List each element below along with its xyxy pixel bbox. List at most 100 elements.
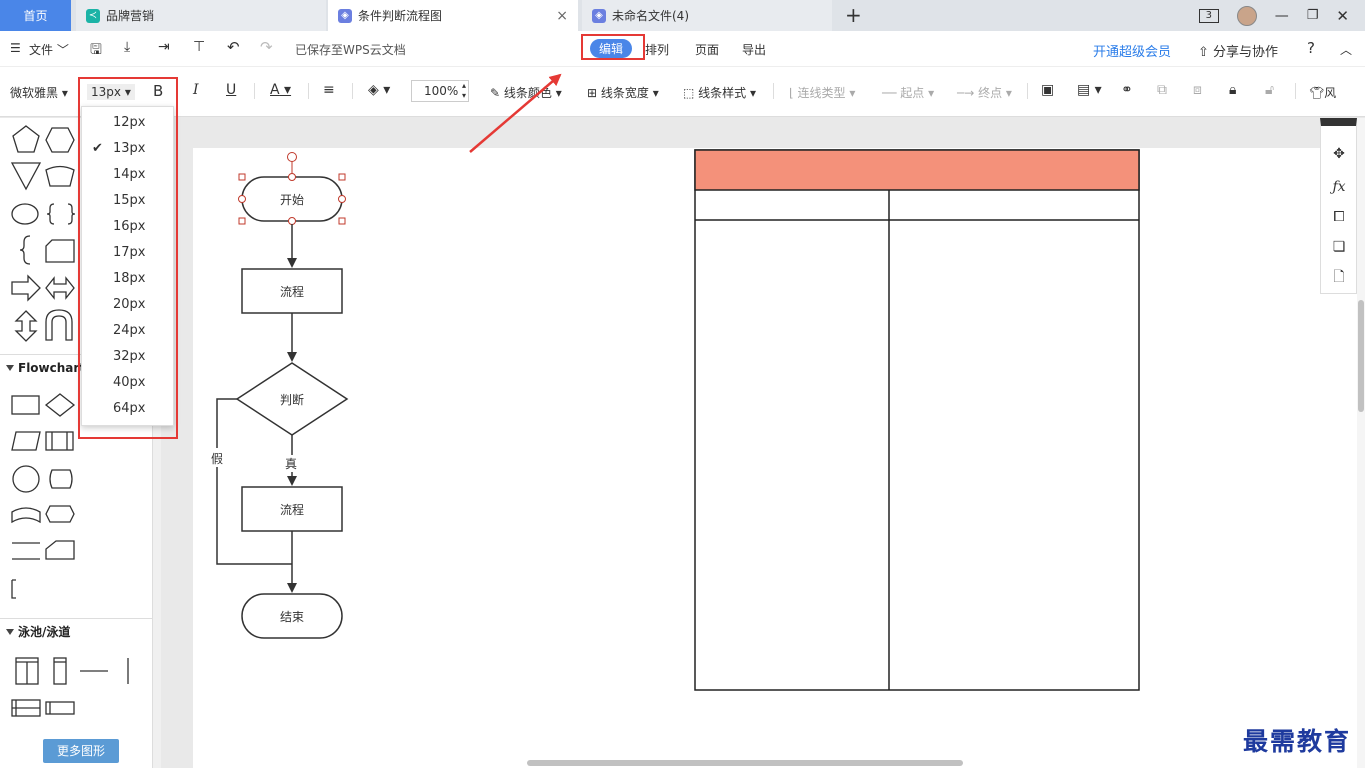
window-controls: 3 — ❐ ✕ [1198, 0, 1365, 31]
window-count-badge[interactable]: 3 [1198, 8, 1219, 23]
pool-section-header[interactable]: 泳池/泳道 [0, 618, 153, 644]
zoom-value: 100% [424, 84, 459, 98]
highlight-box-edit [581, 34, 645, 60]
redo-icon[interactable]: ↷ [260, 38, 273, 56]
close-window-icon[interactable]: ✕ [1336, 7, 1349, 25]
group-icon[interactable]: ⧉ [1157, 82, 1167, 98]
share-label: 分享与协作 [1213, 45, 1279, 60]
font-color-label: A [270, 82, 280, 98]
start-point-button[interactable]: ── 起点 ▾ [882, 84, 934, 101]
flow-decision-label: 判断 [279, 393, 304, 407]
format-painter-icon[interactable]: ⊤ [193, 39, 205, 55]
flowchart-icon: ◈ [592, 8, 606, 23]
fill-color-button[interactable]: ◈ ▾ [368, 82, 390, 98]
font-color-button[interactable]: A ▾ [270, 82, 291, 98]
navigate-icon[interactable]: ✥ [1330, 145, 1348, 163]
flowchart-section-label: Flowchart [18, 361, 86, 375]
more-shapes-button[interactable]: 更多图形 [43, 739, 119, 763]
style-button[interactable]: 👕︎风 [1309, 84, 1336, 101]
help-icon[interactable]: ? [1307, 39, 1315, 57]
save-icon[interactable]: 🖫 [90, 39, 102, 63]
download-icon[interactable]: ⤓ [124, 39, 130, 55]
zoom-input[interactable]: 100% ▴ ▾ [411, 80, 469, 102]
dashed-box-icon: ⬚ [683, 86, 695, 100]
restore-icon[interactable]: ❐ [1307, 8, 1319, 23]
format-toolbar: 微软雅黑 ▾ 13px ▾ B I U A ▾ ≡ ◈ ▾ 100% ▴ ▾ ✎ … [0, 67, 1365, 117]
tab-bar: 首页 ≺ 品牌营销 ◈ 条件判断流程图 × ◈ 未命名文件(4) + 3 — ❐… [0, 0, 1365, 31]
pen-icon: ✎ [490, 86, 501, 100]
flow-process-label-2: 流程 [279, 503, 304, 517]
vertical-scroll-thumb[interactable] [1358, 300, 1364, 412]
underline-button[interactable]: U [226, 82, 236, 98]
flow-end-label: 结束 [279, 610, 304, 624]
collapse-icon[interactable]: ︿ [1340, 41, 1352, 58]
start-point-label: 起点 [900, 86, 925, 100]
page-menu[interactable]: 页面 [695, 41, 719, 58]
saved-status: 已保存至WPS云文档 [295, 43, 406, 57]
mindmap-icon: ≺ [86, 8, 100, 23]
line-width-label: 线条宽度 [600, 86, 649, 100]
lock-icon[interactable]: 🔒︎ [1229, 82, 1236, 98]
align-icon[interactable]: ≡ [323, 82, 335, 98]
undo-icon[interactable]: ↶ [227, 38, 240, 56]
text-box-icon[interactable]: ▤ ▾ [1077, 82, 1102, 98]
link-icon[interactable]: ⚭ [1121, 82, 1133, 98]
line-style-label: 线条样式 [698, 86, 747, 100]
export-file-icon[interactable]: ⇥ [158, 39, 170, 55]
new-tab-icon[interactable]: + [845, 3, 862, 27]
highlight-box-font-size [78, 77, 178, 439]
image-icon[interactable]: ▣ [1041, 82, 1054, 98]
unlock-icon[interactable]: 🔓︎ [1265, 82, 1274, 98]
shirt-icon: 👕︎ [1309, 86, 1325, 100]
end-point-button[interactable]: ─→ 终点 ▾ [957, 84, 1012, 101]
crop-icon[interactable]: ⧠ [1330, 208, 1348, 226]
zoom-stepper-icon[interactable]: ▴ ▾ [462, 81, 466, 101]
flow-process-label-1: 流程 [279, 285, 304, 299]
watermark-text: 最需教育 [1243, 727, 1352, 756]
diagram-page[interactable] [193, 148, 1358, 768]
tab-brand-label: 品牌营销 [106, 9, 155, 23]
tab-home-label: 首页 [23, 9, 48, 23]
vip-link[interactable]: 开通超级会员 [1093, 41, 1171, 60]
tab-unnamed-file[interactable]: ◈ 未命名文件(4) [582, 0, 832, 31]
horizontal-scroll-thumb[interactable] [527, 760, 963, 766]
flow-start-label: 开始 [279, 193, 304, 207]
tab-brand[interactable]: ≺ 品牌营销 [76, 0, 326, 31]
flow-true-label: 真 [285, 455, 298, 472]
minimize-icon[interactable]: — [1275, 8, 1289, 24]
line-width-button[interactable]: ⊞ 线条宽度 ▾ [587, 84, 659, 101]
ungroup-icon[interactable]: ⧈ [1193, 82, 1202, 98]
vertical-scrollbar[interactable] [1357, 118, 1365, 768]
pool-section-label: 泳池/泳道 [18, 625, 71, 639]
tab-close-icon[interactable]: × [556, 8, 568, 24]
formula-icon[interactable]: ƒx [1330, 178, 1348, 196]
style-label: 风 [1324, 86, 1337, 100]
file-menu-label: 文件 [29, 43, 54, 57]
paint-bucket-icon: ◈ [368, 82, 379, 98]
share-button[interactable]: ⇧ 分享与协作 [1198, 41, 1278, 60]
arrange-menu[interactable]: 排列 [645, 41, 669, 58]
connector-type-label: 连线类型 [797, 86, 846, 100]
tab-active-label: 条件判断流程图 [358, 9, 443, 23]
export-menu[interactable]: 导出 [742, 41, 766, 58]
tab-home[interactable]: 首页 [0, 0, 71, 31]
right-tool-panel: ✥ ƒx ⧠ ❏ 🗋︎ [1320, 118, 1357, 294]
tab-active-document[interactable]: ◈ 条件判断流程图 × [328, 0, 578, 31]
copy-pages-icon[interactable]: ❏ [1330, 238, 1348, 256]
italic-button[interactable]: I [193, 82, 199, 98]
line-color-button[interactable]: ✎ 线条颜色 ▾ [490, 84, 562, 101]
file-menu[interactable]: 文件 ﹀ [29, 41, 69, 58]
share-icon: ⇧ [1198, 45, 1209, 60]
grid-icon: ⊞ [587, 86, 598, 100]
line-style-button[interactable]: ⬚ 线条样式 ▾ [683, 84, 756, 101]
page-icon[interactable]: 🗋︎ [1330, 268, 1348, 286]
end-point-label: 终点 [978, 86, 1003, 100]
font-family-label: 微软雅黑 [10, 86, 59, 100]
flow-false-label: 假 [211, 450, 224, 467]
avatar[interactable] [1236, 5, 1257, 26]
line-color-label: 线条颜色 [503, 86, 552, 100]
connector-type-button[interactable]: ⌊ 连线类型 ▾ [789, 84, 855, 101]
menu-icon[interactable]: ☰ [10, 41, 21, 55]
flowchart-icon: ◈ [338, 8, 352, 23]
font-family-select[interactable]: 微软雅黑 ▾ [10, 84, 68, 101]
